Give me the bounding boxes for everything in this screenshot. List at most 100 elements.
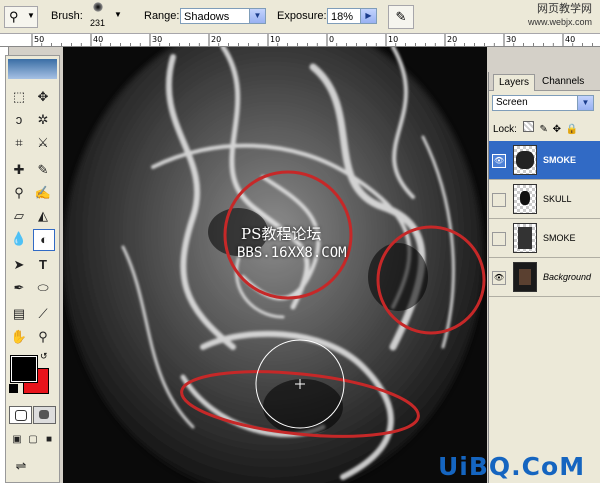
range-select-value: Shadows <box>184 11 230 23</box>
layer-name: Background <box>543 272 592 282</box>
jump-to-imageready-icon[interactable]: ⇌ <box>11 456 31 476</box>
exposure-label: Exposure: <box>277 10 327 22</box>
ruler-tick-label: 10 <box>388 35 398 44</box>
layer-name: SMOKE <box>543 233 576 243</box>
chevron-right-icon: ▶ <box>360 9 376 23</box>
layer-thumbnail <box>513 262 537 292</box>
footer-watermark: UiBQ.CoM <box>438 452 586 481</box>
foreground-color-swatch[interactable] <box>10 355 38 383</box>
history-brush-tool-icon[interactable]: ✍ <box>33 183 53 203</box>
tab-channels[interactable]: Channels <box>537 74 589 90</box>
tab-layers[interactable]: Layers <box>493 74 536 91</box>
document-canvas[interactable]: PS教程论坛 BBS.16XX8.COM <box>63 47 487 483</box>
eraser-tool-icon[interactable]: ▱ <box>9 206 29 226</box>
swap-colors-icon[interactable]: ↺ <box>40 351 48 362</box>
layer-row-skull[interactable]: SKULL <box>489 180 600 219</box>
brush-label: Brush: <box>51 10 83 22</box>
airbrush-icon: ✎ <box>395 9 407 24</box>
brush-tool-icon[interactable]: ✎ <box>33 160 53 180</box>
path-selection-tool-icon[interactable]: ➤ <box>9 255 29 275</box>
eye-icon[interactable]: 👁 <box>492 271 506 285</box>
dodge-tool-icon: ⚲ <box>9 9 19 24</box>
standard-mode-icon <box>15 410 27 421</box>
screen-mode-full-icon[interactable]: ■ <box>39 430 59 450</box>
clone-stamp-tool-icon[interactable]: ⚲ <box>9 183 29 203</box>
layer-row-smoke-top[interactable]: 👁 SMOKE <box>489 141 600 180</box>
lock-label: Lock: <box>493 124 517 135</box>
slice-tool-icon[interactable]: ⚔ <box>33 133 53 153</box>
blend-mode-select[interactable]: Screen ▼ <box>492 95 594 111</box>
options-bar: ⚲ ▼ Brush: 231 ▼ Range: Shadows ▼ Exposu… <box>0 0 600 34</box>
site-watermark-url: www.webjx.com <box>527 17 592 27</box>
eye-icon[interactable]: 👁 <box>492 154 506 168</box>
canvas-overlay-url: BBS.16XX8.COM <box>237 245 347 261</box>
ruler-tick-label: 40 <box>93 35 103 44</box>
layer-thumbnail <box>513 184 537 214</box>
brush-picker[interactable]: 231 ▼ <box>84 2 124 32</box>
quick-mask-icon <box>39 410 49 419</box>
chevron-down-icon: ▼ <box>577 96 593 110</box>
horizontal-ruler: 50 40 30 20 10 0 10 20 30 40 <box>0 34 600 47</box>
blur-tool-icon[interactable]: 💧 <box>9 229 29 249</box>
move-tool-icon[interactable]: ✥ <box>33 87 53 107</box>
smoke-skull-artwork <box>63 47 487 483</box>
toolbox: ⬚ ✥ ↄ ✲ ⌗ ⚔ ✚ ✎ ⚲ ✍ ▱ ◭ 💧 ◐ ➤ T ✒ ⬭ ▤ ⟋ … <box>5 55 60 483</box>
magic-wand-tool-icon[interactable]: ✲ <box>33 110 53 130</box>
ruler-tick-label: 20 <box>211 35 221 44</box>
crop-tool-icon[interactable]: ⌗ <box>9 133 29 153</box>
brush-preview-icon <box>93 2 103 12</box>
zoom-tool-icon[interactable]: ⚲ <box>33 327 53 347</box>
chevron-down-icon: ▼ <box>114 10 122 19</box>
healing-brush-tool-icon[interactable]: ✚ <box>9 160 29 180</box>
site-watermark: 网页教学网 www.webjx.com <box>528 3 592 29</box>
standard-mode-button[interactable] <box>9 406 32 424</box>
ruler-tick-label: 20 <box>447 35 457 44</box>
canvas-overlay-title: PS教程论坛 <box>241 225 322 243</box>
ruler-tick-label: 50 <box>34 35 44 44</box>
feather-logo-icon <box>8 59 57 79</box>
brush-size-value: 231 <box>90 18 106 28</box>
layer-row-background[interactable]: 👁 Background <box>489 258 600 297</box>
lock-pixels-icon[interactable]: ✎ <box>539 124 547 135</box>
default-colors-icon[interactable] <box>9 384 18 393</box>
layer-thumbnail <box>513 145 537 175</box>
chevron-down-icon: ▼ <box>249 9 265 23</box>
type-tool-icon[interactable]: T <box>33 255 53 275</box>
ruler-tick-label: 30 <box>152 35 162 44</box>
ruler-tick-label: 30 <box>506 35 516 44</box>
visibility-toggle[interactable] <box>492 232 506 246</box>
notes-tool-icon[interactable]: ▤ <box>9 304 29 324</box>
lock-controls: Lock: ✎ ✥ 🔒 <box>493 121 578 135</box>
pen-tool-icon[interactable]: ✒ <box>9 278 29 298</box>
marquee-tool-icon[interactable]: ⬚ <box>9 87 29 107</box>
lasso-tool-icon[interactable]: ↄ <box>9 110 29 130</box>
layer-thumbnail <box>513 223 537 253</box>
range-select[interactable]: Shadows ▼ <box>180 8 266 24</box>
ruler-ticks: 50 40 30 20 10 0 10 20 30 40 <box>31 34 593 46</box>
exposure-value: 18% <box>331 11 354 23</box>
tool-preset-picker[interactable]: ⚲ ▼ <box>4 6 38 28</box>
site-watermark-title: 网页教学网 <box>537 3 592 15</box>
ruler-tick-label: 10 <box>270 35 280 44</box>
layer-row-smoke[interactable]: SMOKE <box>489 219 600 258</box>
hand-tool-icon[interactable]: ✋ <box>9 327 29 347</box>
range-label: Range: <box>144 10 180 22</box>
airbrush-button[interactable]: ✎ <box>388 5 414 29</box>
lock-all-icon[interactable]: 🔒 <box>566 124 578 135</box>
chevron-down-icon: ▼ <box>27 11 35 20</box>
layers-panel: Layers Channels Screen ▼ Lock: ✎ ✥ 🔒 👁 S… <box>488 72 600 483</box>
visibility-toggle[interactable] <box>492 193 506 207</box>
layers-panel-tabs: Layers Channels <box>489 72 600 91</box>
exposure-field[interactable]: 18% ▶ <box>327 8 377 24</box>
eyedropper-tool-icon[interactable]: ⟋ <box>33 304 53 324</box>
paint-bucket-tool-icon[interactable]: ◭ <box>33 206 53 226</box>
dodge-tool-icon[interactable]: ◐ <box>33 229 55 251</box>
lock-transparency-icon[interactable] <box>522 121 534 132</box>
quick-mask-button[interactable] <box>33 406 56 424</box>
ellipse-tool-icon[interactable]: ⬭ <box>33 278 53 298</box>
lock-position-icon[interactable]: ✥ <box>553 124 561 135</box>
ruler-tick-label: 0 <box>329 35 334 44</box>
layer-name: SKULL <box>543 194 572 204</box>
blend-mode-value: Screen <box>496 97 528 108</box>
ruler-tick-label: 40 <box>565 35 575 44</box>
